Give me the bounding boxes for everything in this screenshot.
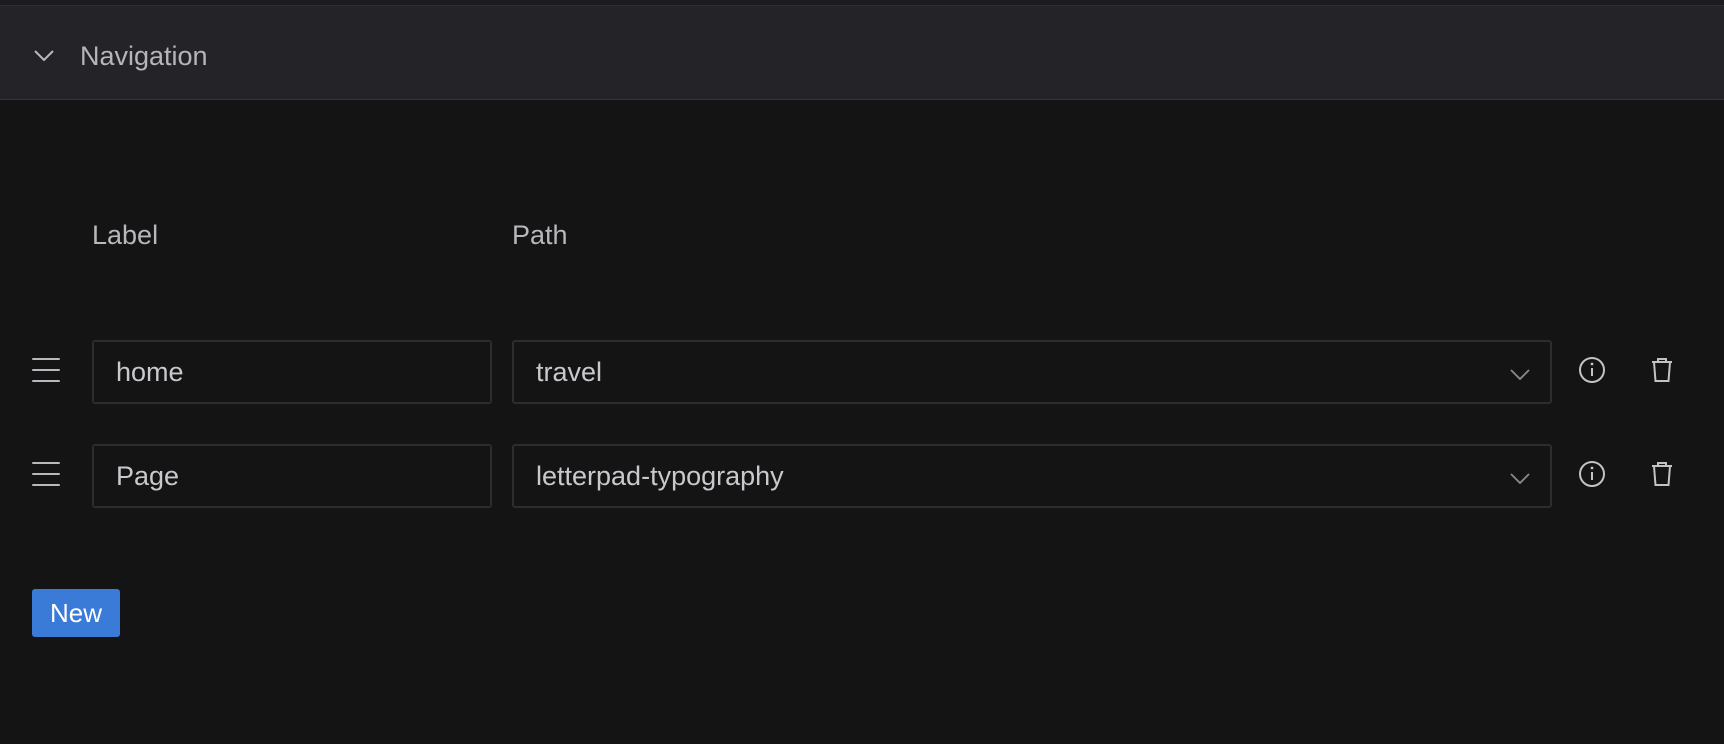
- path-select[interactable]: letterpad-typography: [512, 444, 1552, 508]
- column-header-label: Label: [92, 220, 159, 250]
- trash-icon[interactable]: [1646, 458, 1678, 490]
- trash-icon[interactable]: [1646, 354, 1678, 386]
- drag-handle-icon[interactable]: [32, 358, 60, 384]
- info-icon[interactable]: [1576, 458, 1608, 490]
- column-header-path: Path: [512, 220, 568, 250]
- drag-handle-icon[interactable]: [32, 462, 60, 488]
- panel-title: Navigation: [80, 41, 208, 71]
- nav-item-row: travel: [0, 340, 1724, 404]
- nav-item-row: letterpad-typography: [0, 444, 1724, 508]
- path-select-value: letterpad-typography: [536, 461, 784, 491]
- chevron-down-icon[interactable]: [32, 44, 56, 68]
- chevron-down-icon: [1510, 369, 1530, 381]
- label-input[interactable]: [92, 444, 492, 508]
- path-select[interactable]: travel: [512, 340, 1552, 404]
- chevron-down-icon: [1510, 473, 1530, 485]
- label-input[interactable]: [92, 340, 492, 404]
- path-select-value: travel: [536, 357, 603, 387]
- info-icon[interactable]: [1576, 354, 1608, 386]
- navigation-panel-header[interactable]: Navigation: [0, 6, 1724, 100]
- new-button[interactable]: New: [32, 589, 120, 637]
